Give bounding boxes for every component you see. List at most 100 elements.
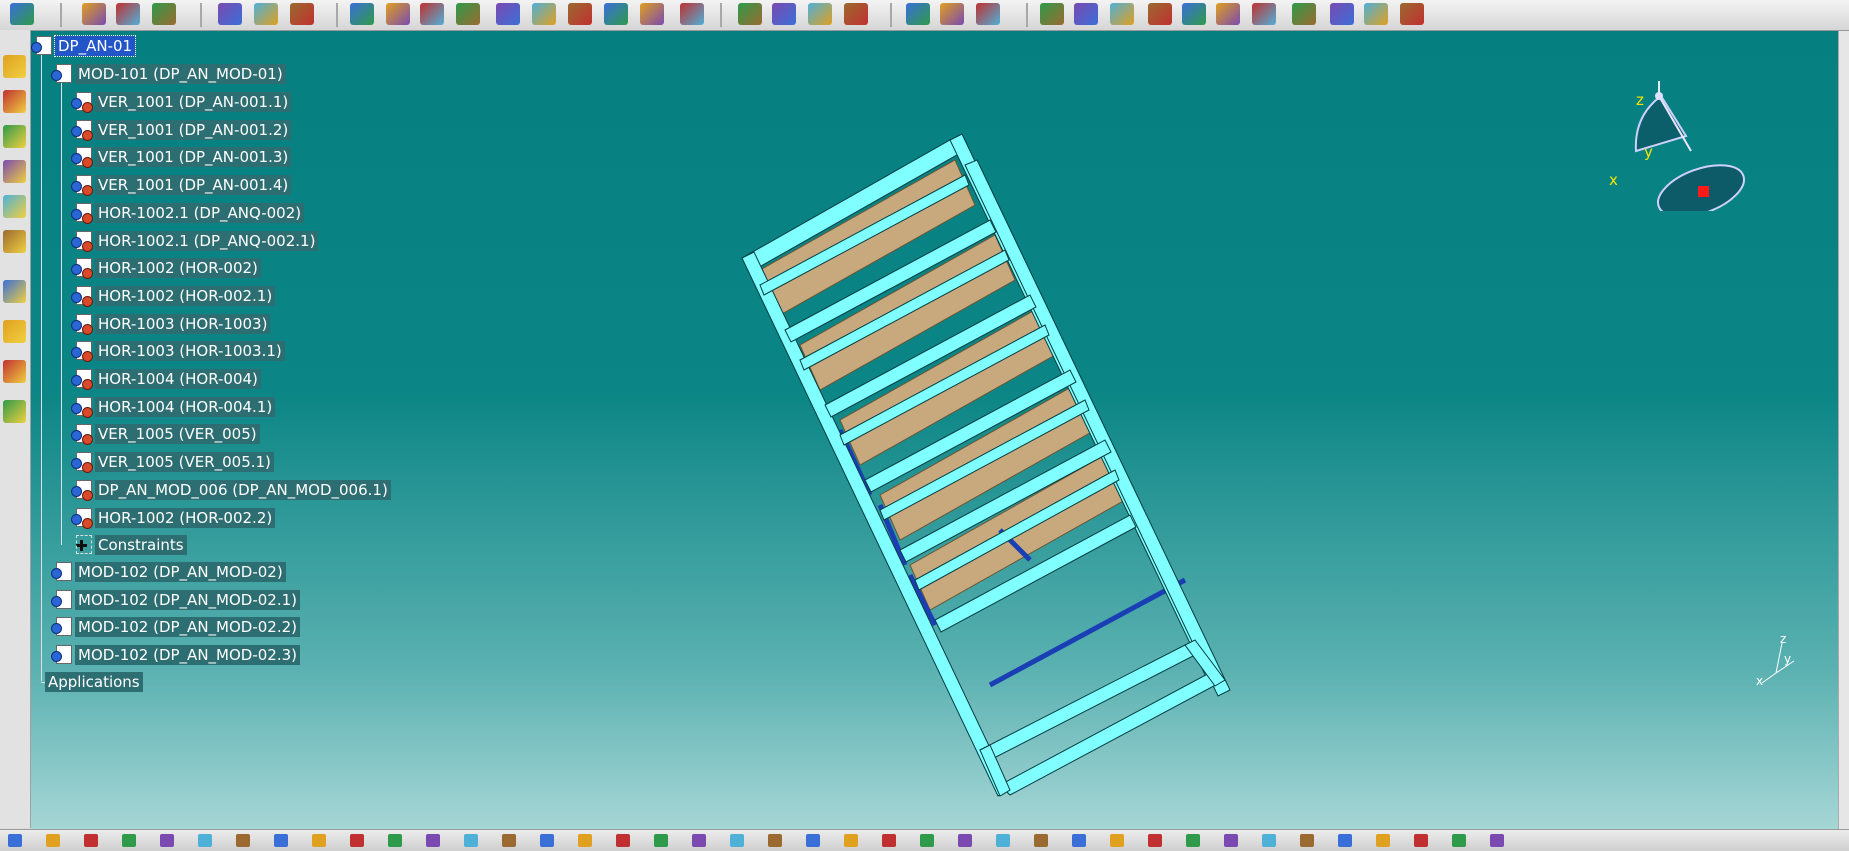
- toolbar-tool-icon[interactable]: [10, 3, 34, 25]
- bottom-tool-icon[interactable]: [730, 834, 744, 847]
- tree-node-product[interactable]: MOD-101 (DP_AN_MOD-01): [51, 63, 286, 85]
- tree-node-child[interactable]: VER_1001 (DP_AN-001.2): [71, 119, 292, 141]
- toolbar-tool-icon[interactable]: [532, 3, 556, 25]
- toolbar-tool-icon[interactable]: [604, 3, 628, 25]
- toolbar-tool-icon[interactable]: [808, 3, 832, 25]
- bottom-tool-icon[interactable]: [844, 834, 858, 847]
- bottom-tool-icon[interactable]: [1072, 834, 1086, 847]
- tree-node-child[interactable]: HOR-1002 (HOR-002): [71, 257, 261, 279]
- bottom-tool-icon[interactable]: [1034, 834, 1048, 847]
- tree-node-child[interactable]: HOR-1003 (HOR-1003): [71, 313, 271, 335]
- left-tool-icon[interactable]: [3, 400, 26, 423]
- right-scroll-strip[interactable]: [1838, 31, 1849, 829]
- toolbar-tool-icon[interactable]: [1148, 3, 1172, 25]
- toolbar-tool-icon[interactable]: [82, 3, 106, 25]
- tree-node-child[interactable]: VER_1001 (DP_AN-001.4): [71, 174, 292, 196]
- tree-node-applications[interactable]: Applications: [45, 671, 143, 693]
- bottom-tool-icon[interactable]: [1414, 834, 1428, 847]
- bottom-tool-icon[interactable]: [388, 834, 402, 847]
- bottom-tool-icon[interactable]: [46, 834, 60, 847]
- toolbar-tool-icon[interactable]: [568, 3, 592, 25]
- tree-node-sibling[interactable]: MOD-102 (DP_AN_MOD-02): [51, 561, 286, 583]
- bottom-tool-icon[interactable]: [236, 834, 250, 847]
- toolbar-tool-icon[interactable]: [680, 3, 704, 25]
- bottom-tool-icon[interactable]: [1110, 834, 1124, 847]
- bottom-tool-icon[interactable]: [654, 834, 668, 847]
- bottom-tool-icon[interactable]: [350, 834, 364, 847]
- toolbar-tool-icon[interactable]: [254, 3, 278, 25]
- bottom-tool-icon[interactable]: [84, 834, 98, 847]
- bottom-tool-icon[interactable]: [996, 834, 1010, 847]
- tree-node-child[interactable]: DP_AN_MOD_006 (DP_AN_MOD_006.1): [71, 479, 391, 501]
- toolbar-tool-icon[interactable]: [1040, 3, 1064, 25]
- toolbar-tool-icon[interactable]: [1110, 3, 1134, 25]
- bottom-tool-icon[interactable]: [8, 834, 22, 847]
- tree-node-child[interactable]: Constraints: [71, 534, 187, 556]
- bottom-tool-icon[interactable]: [1490, 834, 1504, 847]
- left-tool-icon[interactable]: [3, 230, 26, 253]
- bottom-tool-icon[interactable]: [1300, 834, 1314, 847]
- toolbar-tool-icon[interactable]: [1400, 3, 1424, 25]
- tree-node-child[interactable]: VER_1005 (VER_005): [71, 423, 260, 445]
- toolbar-tool-icon[interactable]: [350, 3, 374, 25]
- left-tool-icon[interactable]: [3, 195, 26, 218]
- tree-node-child[interactable]: VER_1005 (VER_005.1): [71, 451, 274, 473]
- toolbar-tool-icon[interactable]: [640, 3, 664, 25]
- tree-node-child[interactable]: HOR-1002 (HOR-002.2): [71, 507, 276, 529]
- toolbar-tool-icon[interactable]: [456, 3, 480, 25]
- bottom-tool-icon[interactable]: [540, 834, 554, 847]
- bottom-tool-icon[interactable]: [1224, 834, 1238, 847]
- bottom-tool-icon[interactable]: [160, 834, 174, 847]
- left-tool-icon[interactable]: [3, 125, 26, 148]
- bottom-tool-icon[interactable]: [1376, 834, 1390, 847]
- left-tool-icon[interactable]: [3, 280, 26, 303]
- bottom-tool-icon[interactable]: [312, 834, 326, 847]
- toolbar-tool-icon[interactable]: [496, 3, 520, 25]
- toolbar-tool-icon[interactable]: [1292, 3, 1316, 25]
- toolbar-tool-icon[interactable]: [976, 3, 1000, 25]
- tree-node-child[interactable]: HOR-1003 (HOR-1003.1): [71, 340, 285, 362]
- tree-node-sibling[interactable]: MOD-102 (DP_AN_MOD-02.2): [51, 616, 301, 638]
- bottom-tool-icon[interactable]: [768, 834, 782, 847]
- toolbar-tool-icon[interactable]: [290, 3, 314, 25]
- bottom-tool-icon[interactable]: [1262, 834, 1276, 847]
- bottom-tool-icon[interactable]: [692, 834, 706, 847]
- bottom-tool-icon[interactable]: [122, 834, 136, 847]
- toolbar-tool-icon[interactable]: [906, 3, 930, 25]
- toolbar-tool-icon[interactable]: [1252, 3, 1276, 25]
- tree-node-child[interactable]: HOR-1002.1 (DP_ANQ-002.1): [71, 230, 319, 252]
- left-tool-icon[interactable]: [3, 320, 26, 343]
- left-tool-icon[interactable]: [3, 55, 26, 78]
- toolbar-tool-icon[interactable]: [116, 3, 140, 25]
- bottom-tool-icon[interactable]: [1338, 834, 1352, 847]
- bottom-tool-icon[interactable]: [578, 834, 592, 847]
- bottom-tool-icon[interactable]: [198, 834, 212, 847]
- tree-node-sibling[interactable]: MOD-102 (DP_AN_MOD-02.1): [51, 589, 301, 611]
- bottom-tool-icon[interactable]: [920, 834, 934, 847]
- bottom-tool-icon[interactable]: [274, 834, 288, 847]
- bottom-tool-icon[interactable]: [882, 834, 896, 847]
- tree-node-sibling[interactable]: MOD-102 (DP_AN_MOD-02.3): [51, 644, 301, 666]
- 3d-viewport[interactable]: DP_AN-01 MOD-101 (DP_AN_MOD-01) Applicat…: [31, 31, 1838, 829]
- bottom-tool-icon[interactable]: [464, 834, 478, 847]
- bottom-tool-icon[interactable]: [1148, 834, 1162, 847]
- bottom-tool-icon[interactable]: [958, 834, 972, 847]
- bottom-tool-icon[interactable]: [1186, 834, 1200, 847]
- bottom-tool-icon[interactable]: [1452, 834, 1466, 847]
- toolbar-tool-icon[interactable]: [738, 3, 762, 25]
- bottom-tool-icon[interactable]: [502, 834, 516, 847]
- tree-node-child[interactable]: HOR-1004 (HOR-004): [71, 368, 261, 390]
- toolbar-tool-icon[interactable]: [420, 3, 444, 25]
- tree-node-child[interactable]: VER_1001 (DP_AN-001.3): [71, 146, 292, 168]
- tree-node-root[interactable]: DP_AN-01: [31, 35, 137, 57]
- bottom-tool-icon[interactable]: [806, 834, 820, 847]
- tree-node-child[interactable]: HOR-1004 (HOR-004.1): [71, 396, 276, 418]
- tree-node-child[interactable]: HOR-1002.1 (DP_ANQ-002): [71, 202, 305, 224]
- toolbar-tool-icon[interactable]: [386, 3, 410, 25]
- toolbar-tool-icon[interactable]: [152, 3, 176, 25]
- toolbar-tool-icon[interactable]: [1182, 3, 1206, 25]
- toolbar-tool-icon[interactable]: [1216, 3, 1240, 25]
- toolbar-tool-icon[interactable]: [772, 3, 796, 25]
- bottom-tool-icon[interactable]: [426, 834, 440, 847]
- tree-node-child[interactable]: VER_1001 (DP_AN-001.1): [71, 91, 292, 113]
